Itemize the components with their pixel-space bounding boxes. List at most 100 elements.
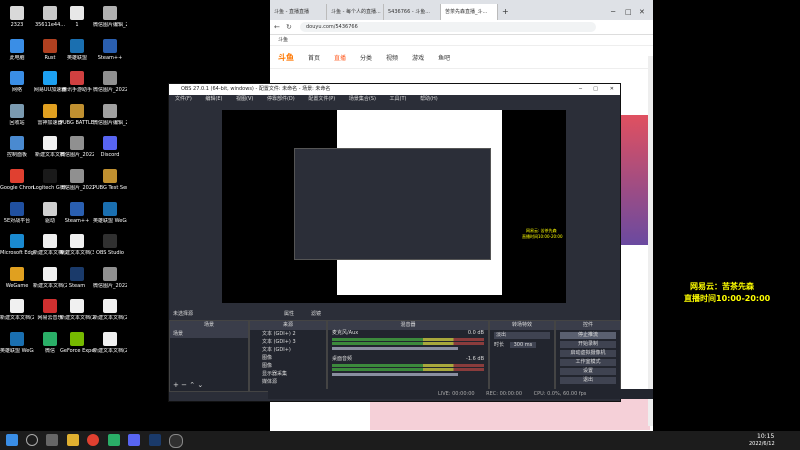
steam-icon[interactable] xyxy=(149,434,161,446)
minimize-icon[interactable]: ─ xyxy=(611,4,625,20)
menu-item[interactable]: 工具(T) xyxy=(390,96,407,102)
add-scene-icon[interactable]: + xyxy=(173,381,179,389)
scrollbar[interactable] xyxy=(648,56,653,426)
scene-down-icon[interactable]: ⌄ xyxy=(197,381,203,389)
desktop-icon[interactable]: GeForce Experience xyxy=(60,332,94,354)
site-logo[interactable]: 斗鱼 xyxy=(278,52,294,63)
search-icon[interactable] xyxy=(26,434,38,446)
desktop-icon[interactable]: OBS Studio xyxy=(93,234,127,256)
desktop-icon[interactable]: Google Chrome xyxy=(0,169,34,191)
source-item[interactable]: 文本 (GDI+) xyxy=(250,346,326,354)
menu-item[interactable]: 编辑(E) xyxy=(205,96,222,102)
discord-icon[interactable] xyxy=(128,434,140,446)
chrome-icon[interactable] xyxy=(87,434,99,446)
browser-tab[interactable]: 斗鱼 - 直播直播 xyxy=(270,4,327,20)
desktop-icon[interactable]: 英雄联盟 WeGame版 xyxy=(93,201,127,224)
desktop-icon[interactable]: 微信图片_2022... xyxy=(93,71,127,93)
task-view-icon[interactable] xyxy=(46,434,58,446)
source-item[interactable]: 媒体源 xyxy=(250,378,326,386)
obs-icon[interactable] xyxy=(169,434,183,448)
source-item[interactable]: 图像 xyxy=(250,362,326,370)
desktop-icon[interactable]: 2323 xyxy=(0,6,34,28)
desktop-icon[interactable]: WeGame xyxy=(0,266,34,289)
new-tab-button[interactable]: + xyxy=(498,4,513,20)
obs-window[interactable]: OBS 27.0.1 (64-bit, windows) - 配置文件: 未命名… xyxy=(168,83,621,402)
windows-start-icon[interactable] xyxy=(6,434,18,446)
desktop-icon[interactable]: Steam xyxy=(60,266,94,289)
browser-tab-active[interactable]: 苦茶先森直播_斗... xyxy=(441,4,498,20)
desktop-icon[interactable]: Microsoft Edge xyxy=(0,234,34,256)
desktop-icon[interactable]: 腾讯手游助手 xyxy=(60,71,94,93)
bookmark-item[interactable]: 斗鱼 xyxy=(278,37,288,43)
desktop-icon[interactable]: 5E对战平台 xyxy=(0,201,34,224)
desktop-icon[interactable]: 微信图片编辑_20220602... xyxy=(93,103,127,126)
desktop-icon[interactable]: Discord xyxy=(93,136,127,158)
obs-close-icon[interactable]: ✕ xyxy=(610,84,614,95)
desktop-icon[interactable]: 新建文本文档(2)(2)(3) xyxy=(93,299,127,321)
menu-item[interactable]: 场景集合(S) xyxy=(349,96,376,102)
desktop-icon[interactable]: PUBG BATTLEGR... xyxy=(60,103,94,126)
desktop-icon[interactable]: 此电脑 xyxy=(0,38,34,61)
desktop-icon[interactable]: Steam++ xyxy=(60,201,94,224)
nav-item[interactable]: 游戏 xyxy=(412,53,424,62)
desktop-icon[interactable]: 新建文本文档(2)(2)(1) xyxy=(0,299,34,321)
desktop-icon[interactable]: 新建文本文档(2)(2)(4) xyxy=(60,299,94,321)
scene-up-icon[interactable]: ⌃ xyxy=(189,381,195,389)
desktop-icon[interactable]: PUBG Test Server xyxy=(93,169,127,191)
volume-slider[interactable] xyxy=(332,373,458,376)
clock-time[interactable]: 10:15 xyxy=(757,433,774,440)
settings-button[interactable]: 设置 xyxy=(560,368,616,375)
virtual-camera-button[interactable]: 启动虚拟摄像机 xyxy=(560,350,616,357)
close-icon[interactable]: ✕ xyxy=(639,4,653,20)
menu-item[interactable]: 文件(F) xyxy=(175,96,192,102)
desktop-icon[interactable]: Steam++ xyxy=(93,38,127,61)
nav-item[interactable]: 直播 xyxy=(334,53,346,62)
source-item[interactable]: 文本 (GDI+) 3 xyxy=(250,338,326,346)
filters-button[interactable]: 滤镜 xyxy=(311,309,321,319)
transition-select[interactable]: 淡出 xyxy=(494,332,550,339)
url-input[interactable]: douyu.com/5436766 xyxy=(300,22,596,32)
menu-item[interactable]: 视图(V) xyxy=(236,96,253,102)
refresh-icon[interactable]: ↻ xyxy=(286,23,292,31)
studio-mode-button[interactable]: 工作室模式 xyxy=(560,359,616,366)
source-item[interactable]: 显示器采集 xyxy=(250,370,326,378)
menu-item[interactable]: 帮助(H) xyxy=(420,96,438,102)
scene-item[interactable]: 场景 xyxy=(170,330,248,338)
menu-item[interactable]: 停靠部件(D) xyxy=(267,96,295,102)
clock-date[interactable]: 2022/6/12 xyxy=(749,441,775,447)
desktop-icon[interactable]: 新建文本文档(2)(2)(2) xyxy=(93,332,127,354)
desktop-icon[interactable]: 微信图片_2022060... xyxy=(93,266,127,289)
desktop-icon[interactable]: 网络 xyxy=(0,71,34,93)
browser-tab[interactable]: 5436766 - 斗鱼... xyxy=(384,4,441,20)
browser-tab[interactable]: 斗鱼 - 每个人的直播... xyxy=(327,4,384,20)
obs-minimize-icon[interactable]: ─ xyxy=(579,84,582,95)
nav-item[interactable]: 视频 xyxy=(386,53,398,62)
desktop-icon[interactable]: 英雄联盟 WeGame版 xyxy=(0,332,34,354)
exit-button[interactable]: 退出 xyxy=(560,377,616,384)
nav-item[interactable]: 分类 xyxy=(360,53,372,62)
volume-slider[interactable] xyxy=(332,347,458,350)
desktop-icon[interactable]: 新建文本文档(3) xyxy=(60,234,94,256)
nav-item[interactable]: 首页 xyxy=(308,53,320,62)
stop-stream-button[interactable]: 停止推流 xyxy=(560,332,616,339)
file-explorer-icon[interactable] xyxy=(67,434,79,446)
desktop-icon[interactable]: 微信图片编辑_20220602... xyxy=(93,6,127,28)
source-item[interactable]: 文本 (GDI+) 2 xyxy=(250,330,326,338)
remove-scene-icon[interactable]: − xyxy=(181,381,187,389)
properties-button[interactable]: 属性 xyxy=(284,309,294,319)
desktop-icon[interactable]: 微信图片_2022060... xyxy=(60,136,94,158)
nav-item[interactable]: 鱼吧 xyxy=(438,53,450,62)
back-icon[interactable]: ← xyxy=(274,23,280,31)
start-recording-button[interactable]: 开始录制 xyxy=(560,341,616,348)
desktop-icon[interactable]: 回收站 xyxy=(0,103,34,126)
desktop-icon[interactable]: 控制面板 xyxy=(0,136,34,158)
obs-maximize-icon[interactable]: □ xyxy=(593,84,598,95)
desktop-icon[interactable]: 1 xyxy=(60,6,94,28)
maximize-icon[interactable]: □ xyxy=(625,4,639,20)
desktop-icon[interactable]: 微信图片_2022012... xyxy=(60,169,94,191)
source-item[interactable]: 图像 xyxy=(250,354,326,362)
wechat-icon[interactable] xyxy=(108,434,120,446)
duration-input[interactable]: 300 ms xyxy=(509,342,537,348)
desktop-icon[interactable]: 英雄联盟 xyxy=(60,38,94,61)
menu-item[interactable]: 配置文件(P) xyxy=(308,96,335,102)
